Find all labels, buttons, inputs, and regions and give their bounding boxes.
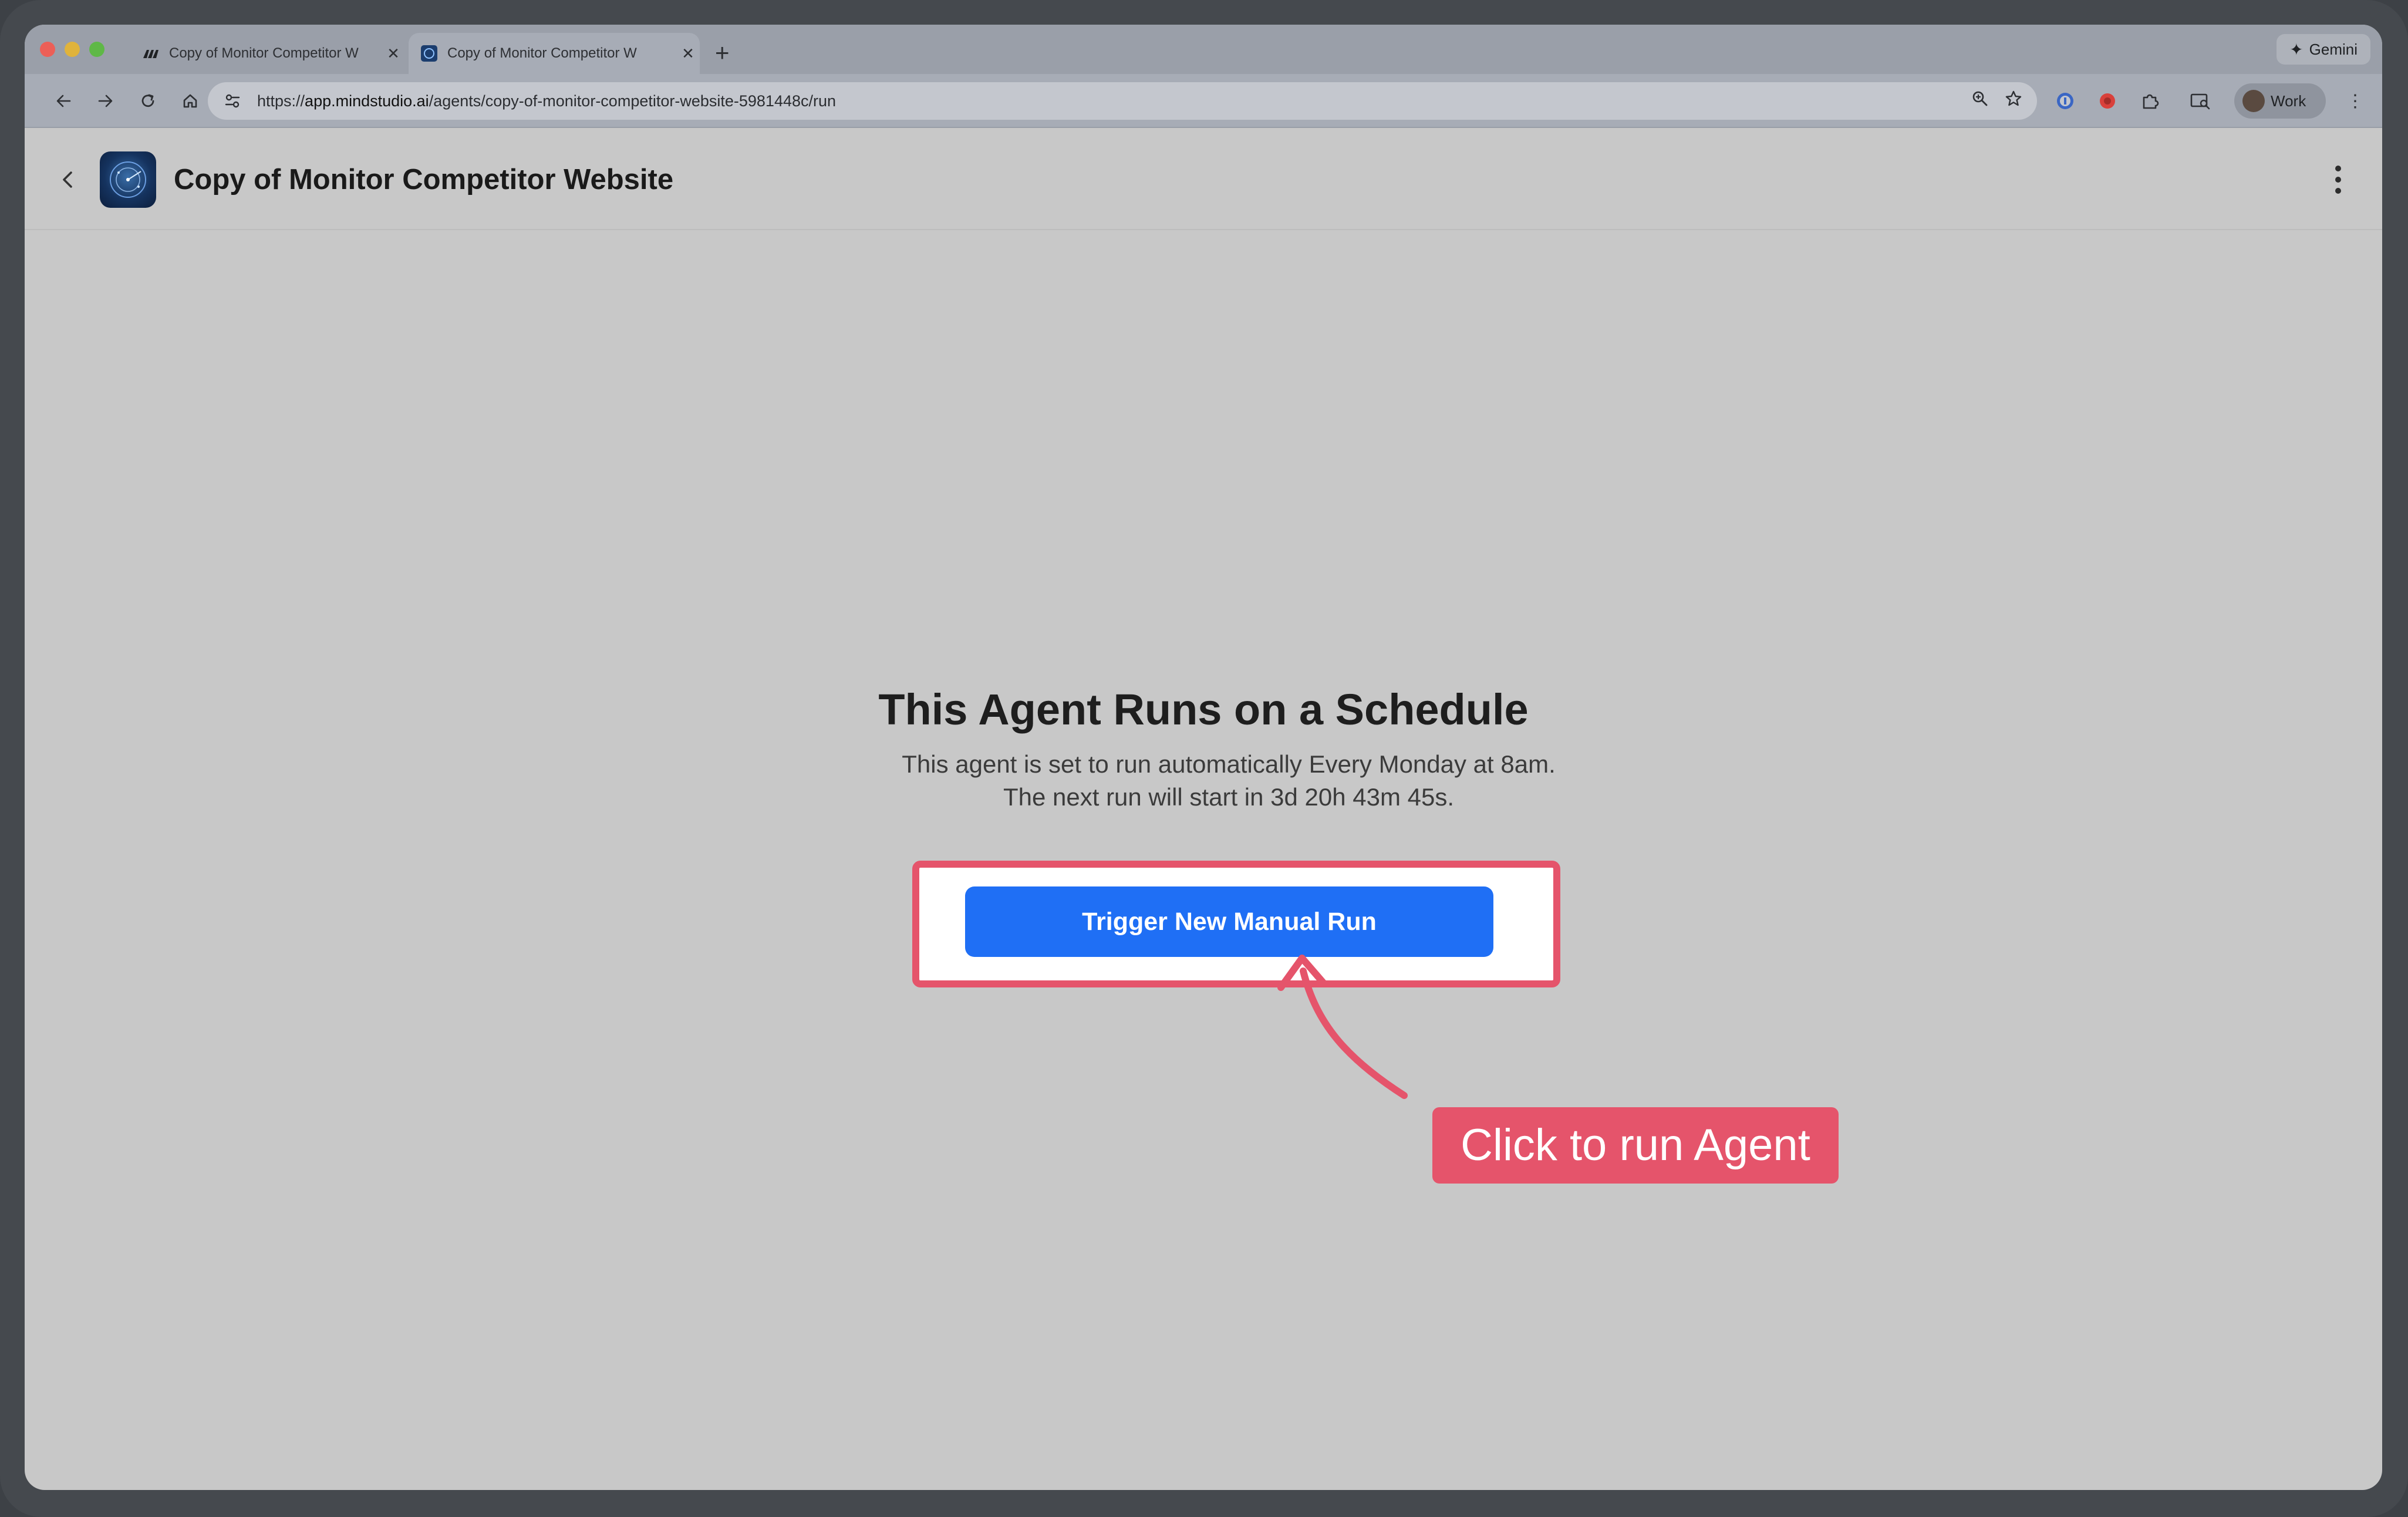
gemini-button[interactable]: ✦ Gemini	[2277, 34, 2370, 65]
tab-inactive[interactable]: Copy of Monitor Competitor W ✕	[130, 33, 405, 74]
address-bar[interactable]: https://app.mindstudio.ai/agents/copy-of…	[208, 82, 2037, 120]
url-path: /agents/copy-of-monitor-competitor-websi…	[429, 92, 837, 110]
agent-favicon-icon	[419, 43, 439, 63]
tab-title: Copy of Monitor Competitor W	[447, 45, 637, 61]
password-manager-extension-icon[interactable]	[2050, 86, 2080, 116]
more-options-icon[interactable]	[2329, 162, 2347, 197]
maximize-window-button[interactable]	[89, 42, 104, 57]
minimize-window-button[interactable]	[65, 42, 80, 57]
new-tab-button[interactable]: +	[715, 35, 730, 70]
avatar	[2242, 90, 2265, 112]
home-icon[interactable]	[175, 86, 205, 116]
url-host: app.mindstudio.ai	[305, 92, 429, 110]
gemini-sparkle-icon: ✦	[2289, 40, 2304, 59]
site-settings-icon[interactable]	[214, 82, 251, 120]
back-chevron-icon[interactable]	[52, 163, 85, 196]
app-header: Copy of Monitor Competitor Website	[25, 129, 2382, 230]
bookmark-star-icon[interactable]	[2004, 89, 2023, 113]
gemini-label: Gemini	[2309, 40, 2358, 58]
close-tab-icon[interactable]: ✕	[676, 45, 700, 63]
schedule-description: This agent is set to run automatically E…	[902, 750, 1556, 811]
reading-list-icon[interactable]	[2185, 86, 2215, 116]
red-extension-icon[interactable]	[2092, 86, 2123, 116]
tab-active[interactable]: Copy of Monitor Competitor W ✕	[409, 33, 700, 74]
profile-button[interactable]: Work	[2234, 83, 2326, 119]
browser-window: Copy of Monitor Competitor W ✕ Copy of M…	[25, 25, 2382, 1490]
schedule-heading: This Agent Runs on a Schedule	[878, 685, 1529, 734]
page-title: Copy of Monitor Competitor Website	[174, 164, 674, 195]
browser-toolbar: https://app.mindstudio.ai/agents/copy-of…	[25, 74, 2382, 128]
reload-icon[interactable]	[133, 86, 163, 116]
forward-arrow-icon[interactable]	[90, 86, 121, 116]
url-text: https://app.mindstudio.ai/agents/copy-of…	[257, 92, 836, 110]
close-tab-icon[interactable]: ✕	[382, 45, 405, 63]
tab-strip: Copy of Monitor Competitor W ✕ Copy of M…	[25, 25, 2382, 74]
back-arrow-icon[interactable]	[48, 86, 79, 116]
trigger-manual-run-button[interactable]: Trigger New Manual Run	[965, 886, 1493, 957]
close-window-button[interactable]	[40, 42, 55, 57]
annotation-callout: Click to run Agent	[1432, 1107, 1839, 1184]
mindstudio-logo-icon	[141, 43, 161, 63]
agent-avatar-icon	[100, 151, 156, 208]
url-scheme: https://	[257, 92, 305, 110]
zoom-icon[interactable]	[1971, 90, 1989, 112]
tab-title: Copy of Monitor Competitor W	[169, 45, 359, 61]
browser-menu-icon[interactable]: ⋮	[2343, 86, 2367, 116]
profile-label: Work	[2271, 92, 2306, 110]
extensions-puzzle-icon[interactable]	[2134, 86, 2165, 116]
